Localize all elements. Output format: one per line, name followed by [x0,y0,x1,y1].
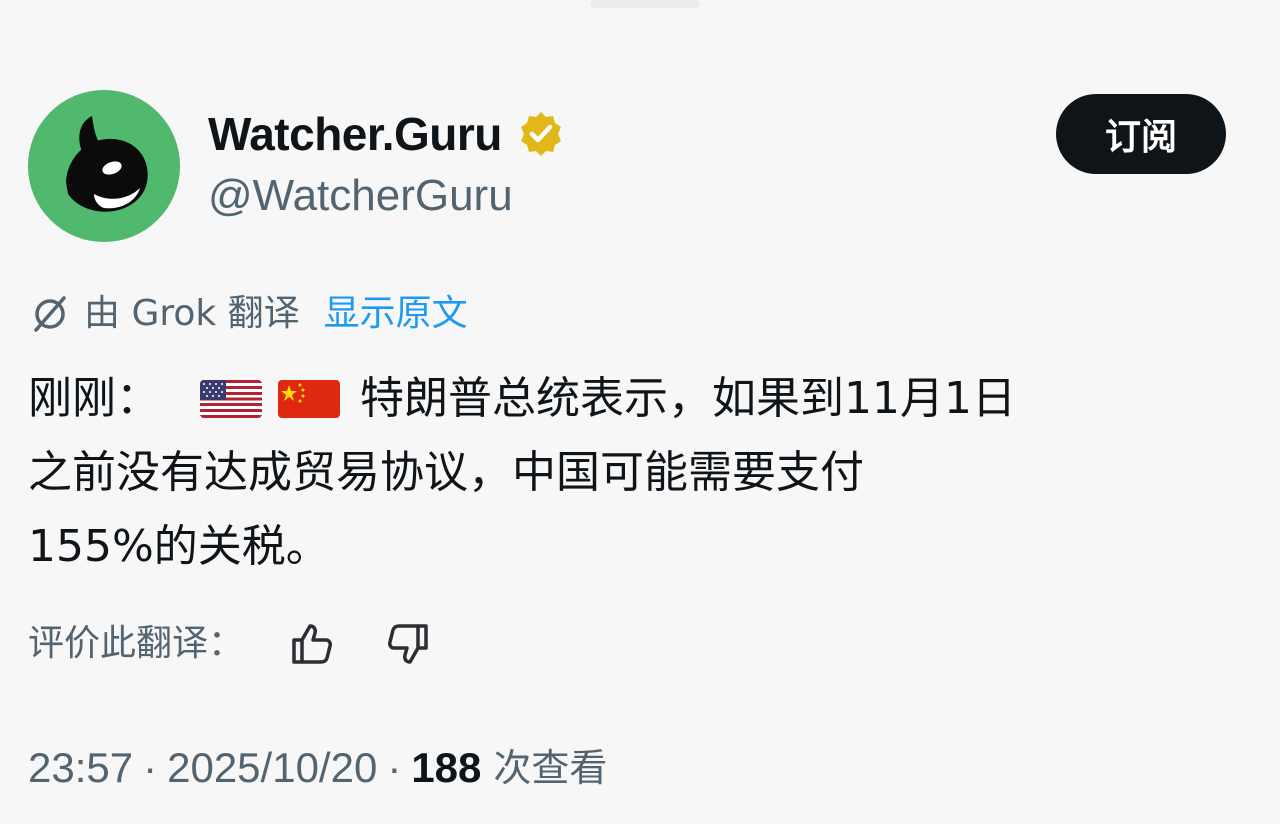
tweet-page: Watcher.Guru @WatcherGuru 订阅 由 Grok 翻译 显… [0,0,1280,824]
rate-translation-label: 评价此翻译： [28,623,245,664]
display-name[interactable]: Watcher.Guru [208,106,502,162]
china-flag-icon [278,380,340,418]
avatar[interactable] [28,90,180,242]
tweet-prefix: 刚刚： [28,373,160,424]
views-count[interactable]: 188 [411,740,481,796]
account-handle[interactable]: @WatcherGuru [208,168,513,224]
show-original-link[interactable]: 显示原文 [324,286,468,342]
grok-icon [34,296,66,332]
orca-whale-icon [28,90,180,242]
meta-separator: · [143,744,158,791]
tweet-line-3: 155%的关税。 [28,521,330,572]
translation-row: 由 Grok 翻译 显示原文 [28,286,468,342]
tweet-time[interactable]: 23:57 [28,740,133,796]
tweet-line-1: 刚刚： 特朗普总统表示，如果到11月1日 [28,362,1228,436]
gold-check-badge-icon [520,112,561,156]
views-label: 次查看 [493,746,608,790]
us-flag-icon [200,380,262,418]
translated-by-label: 由 Grok 翻译 [84,293,300,334]
thumbs-down-icon [388,624,428,664]
tweet-line-2: 之前没有达成贸易协议，中国可能需要支付 [28,447,864,498]
rate-translation-row: 评价此翻译： [28,616,476,672]
top-edge-artifact [590,0,700,8]
display-name-row: Watcher.Guru [208,106,566,162]
tweet-meta: 23:57 · 2025/10/20 · 188 次查看 [28,740,607,796]
meta-separator: · [387,744,402,791]
thumbs-up-button[interactable] [284,616,340,672]
thumbs-up-icon [292,624,333,664]
subscribe-button[interactable]: 订阅 [1056,94,1226,174]
tweet-date[interactable]: 2025/10/20 [167,740,377,796]
tweet-text: 刚刚： 特朗普总统表示，如果到11月1日 之前没有达成贸易协议，中国可能需要支付… [28,362,1228,584]
thumbs-down-button[interactable] [380,616,436,672]
tweet-line-1-text: 特朗普总统表示，如果到11月1日 [360,373,1016,424]
